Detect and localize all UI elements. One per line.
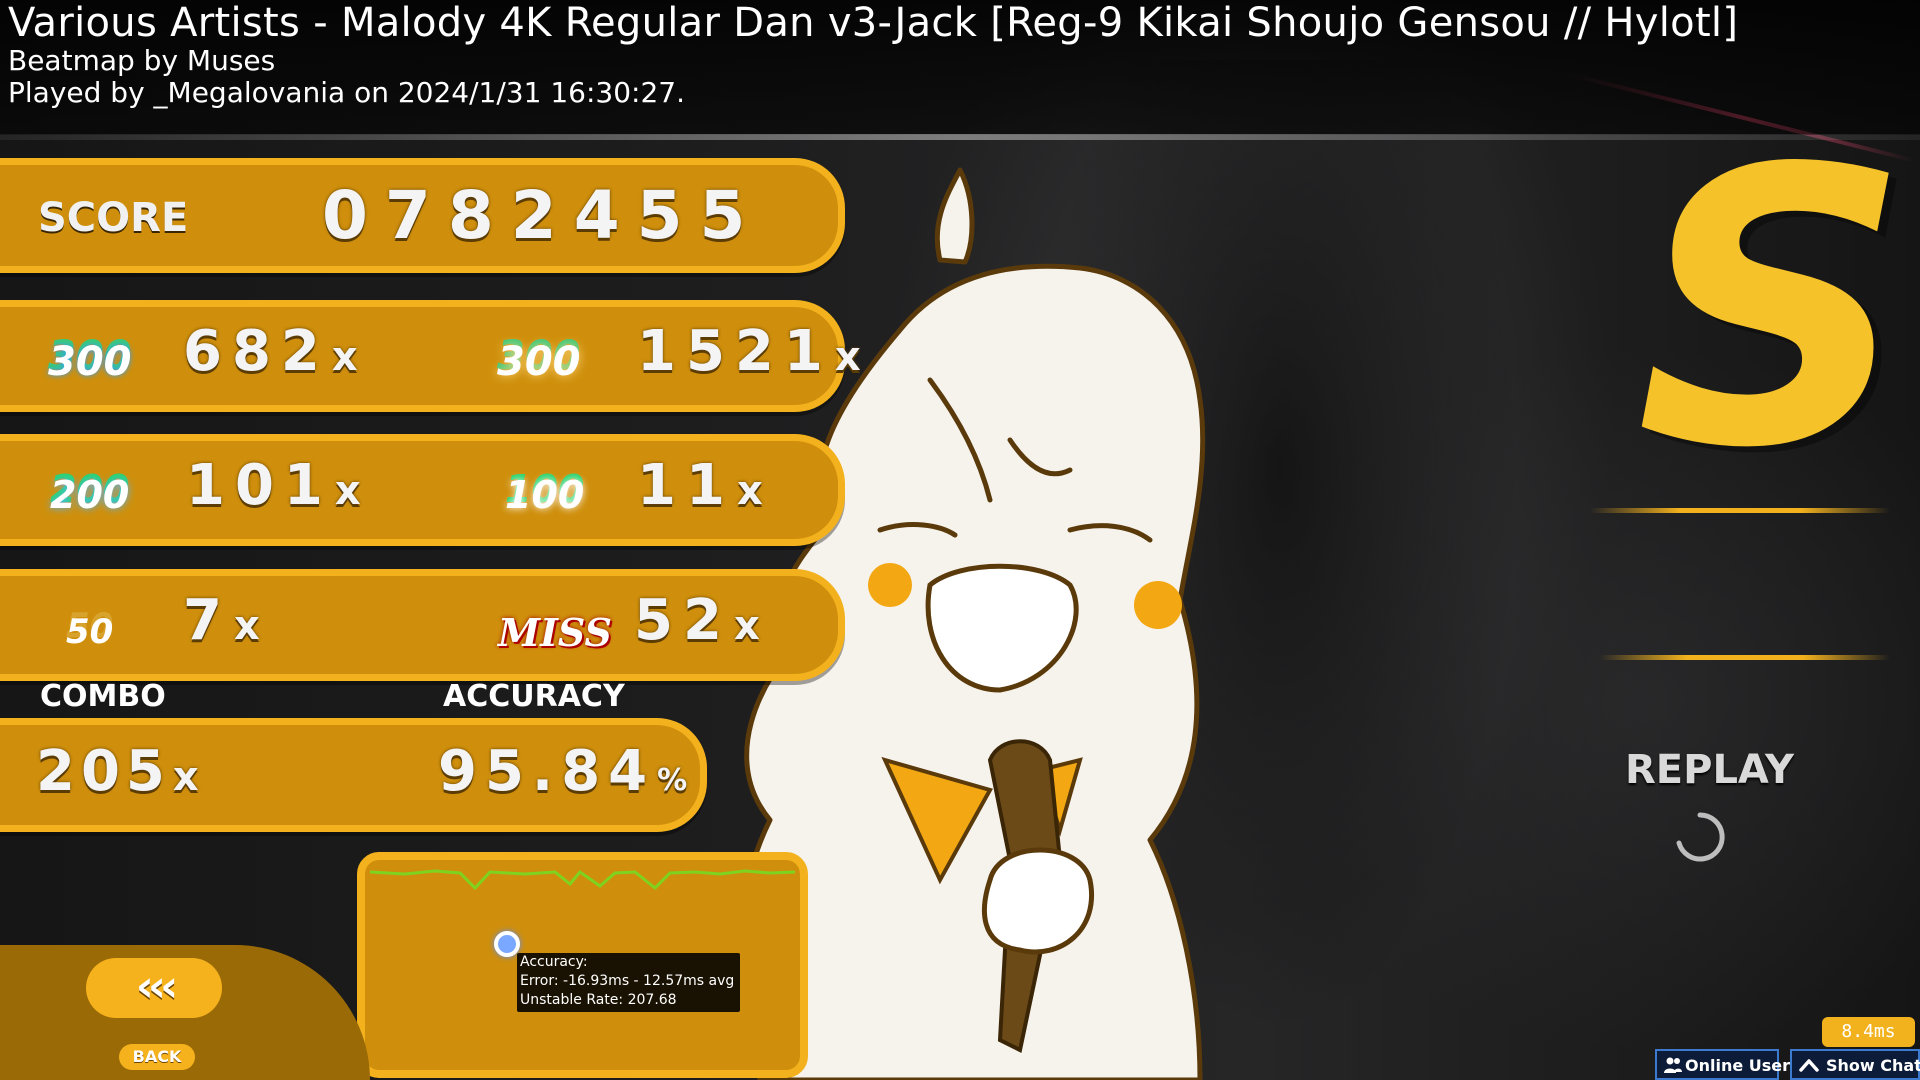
back-label[interactable]: BACK [119, 1044, 195, 1070]
hit-200-count: 101x [186, 453, 361, 518]
hit-50-icon: 50 [66, 612, 114, 652]
show-chat-label: Show Chat [1826, 1056, 1920, 1075]
hit-300g-count: 1521x [637, 319, 861, 384]
hit-200-icon: 200 [50, 473, 130, 517]
online-users-button[interactable]: Online Users [1655, 1049, 1800, 1080]
tooltip-line-ur: Unstable Rate: 207.68 [520, 992, 677, 1008]
combo-value: 205x [36, 739, 199, 804]
hit-300-icon: 300 [48, 339, 132, 385]
tooltip-line-error: Error: -16.93ms - 12.57ms avg [520, 973, 735, 989]
tooltip-line-accuracy: Accuracy: [520, 954, 588, 970]
frametime-counter: 8.4ms [1822, 1017, 1915, 1047]
hit-row-200-100: 200 101x 100 11x [0, 434, 845, 546]
accuracy-tooltip: Accuracy: Error: -16.93ms - 12.57ms avg … [517, 953, 740, 1012]
back-arrows-icon: ‹‹‹ [135, 961, 178, 1012]
show-chat-button[interactable]: Show Chat [1790, 1049, 1920, 1080]
back-button[interactable]: ‹‹‹ [86, 958, 222, 1018]
loading-spinner-icon [1676, 812, 1725, 862]
score-panel: SCORE 0782455 [0, 158, 845, 273]
accuracy-value: 95.84% [438, 739, 688, 804]
replay-button[interactable]: REPLAY [1625, 747, 1794, 793]
hit-row-300: 300 682x 300 1521x [0, 300, 861, 412]
grade-divider-bottom [1600, 655, 1890, 660]
miss-count: 52x [634, 588, 760, 653]
accuracy-label: ACCURACY [443, 679, 625, 714]
combo-label: COMBO [40, 679, 166, 714]
hit-100-icon: 100 [505, 473, 585, 517]
users-icon [1664, 1057, 1682, 1073]
hit-row-50-miss: 50 7x MISS 52x [0, 569, 845, 681]
score-label: SCORE [38, 195, 189, 241]
grade-letter: S [1636, 88, 1910, 531]
hit-50-count: 7x [183, 588, 260, 653]
mouse-cursor [494, 931, 520, 957]
miss-icon: MISS [498, 610, 612, 655]
grade-divider-top [1590, 508, 1890, 513]
hit-300-count: 682x [183, 319, 358, 384]
online-users-label: Online Users [1685, 1056, 1800, 1075]
chevron-up-icon [1799, 1059, 1819, 1072]
hit-100-count: 11x [637, 453, 763, 518]
score-value: 0782455 [322, 177, 763, 254]
hit-300g-icon: 300 [497, 339, 581, 385]
combo-accuracy-panel: 205x 95.84% [0, 718, 707, 832]
